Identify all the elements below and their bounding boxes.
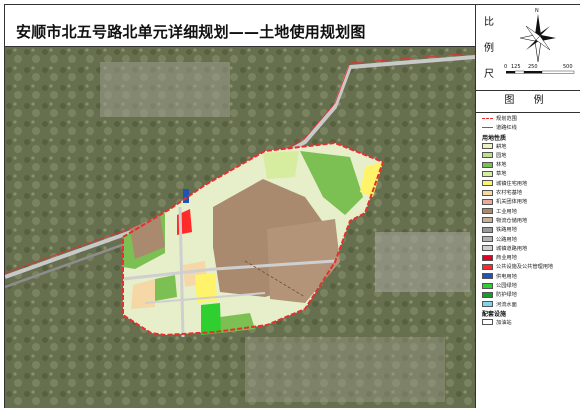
legend-label: 城镇住宅用地 <box>496 180 528 187</box>
legend-label: 城镇道路用地 <box>496 245 528 252</box>
legend-landuse-list: 耕地园地林地草地城镇住宅用地 农村宅基地机关团体用地 工业用地物流仓储用地 铁路用地公… <box>482 143 578 310</box>
legend-item: 供电用地 <box>482 273 578 282</box>
scale-tick-125: 125 <box>511 64 521 70</box>
legend-item: 商业用地 <box>482 254 578 263</box>
legend-boundary-list: 规划范围 道路红线 <box>482 115 578 134</box>
grass-parcel <box>263 151 299 179</box>
legend-item: 机关团体用地 <box>482 198 578 207</box>
legend-label: 防护绿地 <box>496 292 517 299</box>
legend-swatch <box>482 118 493 119</box>
legend-facility-list: 加油站 <box>482 319 578 328</box>
legend-facility-header: 配套设施 <box>482 310 507 318</box>
legend-label: 农村宅基地 <box>496 190 522 197</box>
scale-bar <box>506 70 575 74</box>
legend-label: 公路用地 <box>496 236 517 243</box>
legend-label: 工业用地 <box>496 208 517 215</box>
legend-label: 公共设施及公共管理用地 <box>496 264 554 271</box>
legend-label: 供电用地 <box>496 273 517 280</box>
aerial-town-north <box>100 62 230 117</box>
legend-swatch <box>482 226 493 233</box>
north-label: N <box>535 8 539 14</box>
legend: 规划范围道路红线 用地性质 耕地园地林地草地城镇住宅用地 农村宅基地机关团体用地工… <box>482 115 578 328</box>
legend-label: 物流仓储用地 <box>496 217 528 224</box>
legend-item: 公共设施及公共管理用地 <box>482 263 578 272</box>
legend-label: 耕地 <box>496 143 507 150</box>
legend-item: 城镇住宅用地 <box>482 180 578 189</box>
legend-item: 规划范围 <box>482 115 578 124</box>
legend-label: 商业用地 <box>496 255 517 262</box>
legend-swatch <box>482 180 493 187</box>
legend-swatch <box>482 143 493 150</box>
legend-swatch <box>482 254 493 261</box>
legend-item: 公园绿地 <box>482 282 578 291</box>
legend-item: 铁路用地 <box>482 226 578 235</box>
legend-item: 草地 <box>482 170 578 179</box>
map-canvas <box>5 47 475 408</box>
legend-label: 公园绿地 <box>496 283 517 290</box>
legend-item: 道路红线 <box>482 124 578 133</box>
legend-swatch <box>482 273 493 280</box>
legend-item: 防护绿地 <box>482 291 578 300</box>
north-arrow-icon <box>519 14 556 63</box>
forest-parcel <box>155 275 177 301</box>
scale-box: 比 例 尺 N 0 125 250 500 <box>476 5 580 91</box>
legend-landuse-header: 用地性质 <box>482 134 507 142</box>
legend-swatch <box>482 170 493 177</box>
legend-swatch <box>482 161 493 168</box>
legend-label: 河流水面 <box>496 301 517 308</box>
legend-item: 城镇道路用地 <box>482 245 578 254</box>
legend-item: 物流仓储用地 <box>482 217 578 226</box>
map-view[interactable] <box>5 47 475 408</box>
aerial-town-south <box>245 337 445 402</box>
park-parcel <box>201 303 221 335</box>
legend-label: 园地 <box>496 152 507 159</box>
scale-tick-250: 250 <box>528 64 538 70</box>
legend-item: 加油站 <box>482 319 578 328</box>
legend-label: 林地 <box>496 162 507 169</box>
legend-label: 机关团体用地 <box>496 199 528 206</box>
legend-item: 河流水面 <box>482 301 578 310</box>
scale-graphics: N 0 125 250 500 <box>504 8 575 74</box>
legend-swatch <box>482 127 493 129</box>
legend-item: 农村宅基地 <box>482 189 578 198</box>
legend-swatch <box>482 236 493 243</box>
legend-item: 耕地 <box>482 143 578 152</box>
legend-swatch <box>482 189 493 196</box>
power-parcel <box>183 189 189 203</box>
side-panel: 比 例 尺 N 0 125 250 500 图 例 规划范围 道路红线 用地性质… <box>475 5 580 408</box>
legend-label: 铁路用地 <box>496 227 517 234</box>
legend-swatch <box>482 152 493 159</box>
legend-label: 规划范围 <box>496 116 517 122</box>
title-bar: 安顺市北五号路北单元详细规划——土地使用规划图 <box>5 5 475 47</box>
legend-item: 林地 <box>482 161 578 170</box>
scale-tick-500: 500 <box>563 64 573 70</box>
legend-item: 公路用地 <box>482 236 578 245</box>
legend-label: 道路红线 <box>496 125 517 132</box>
page-title: 安顺市北五号路北单元详细规划——土地使用规划图 <box>16 23 366 41</box>
legend-swatch <box>482 217 493 224</box>
legend-item: 工业用地 <box>482 208 578 217</box>
legend-swatch <box>482 282 493 289</box>
legend-swatch <box>482 208 493 215</box>
legend-label: 加油站 <box>496 319 512 326</box>
legend-swatch <box>482 291 493 298</box>
legend-swatch <box>482 245 493 252</box>
legend-swatch <box>482 263 493 270</box>
legend-label: 草地 <box>496 171 507 178</box>
legend-swatch <box>482 198 493 205</box>
legend-item: 园地 <box>482 152 578 161</box>
legend-swatch <box>482 301 493 308</box>
legend-swatch <box>482 319 493 326</box>
legend-title: 图 例 <box>476 90 580 113</box>
scale-tick-0: 0 <box>504 64 507 70</box>
aerial-town-east <box>375 232 470 292</box>
